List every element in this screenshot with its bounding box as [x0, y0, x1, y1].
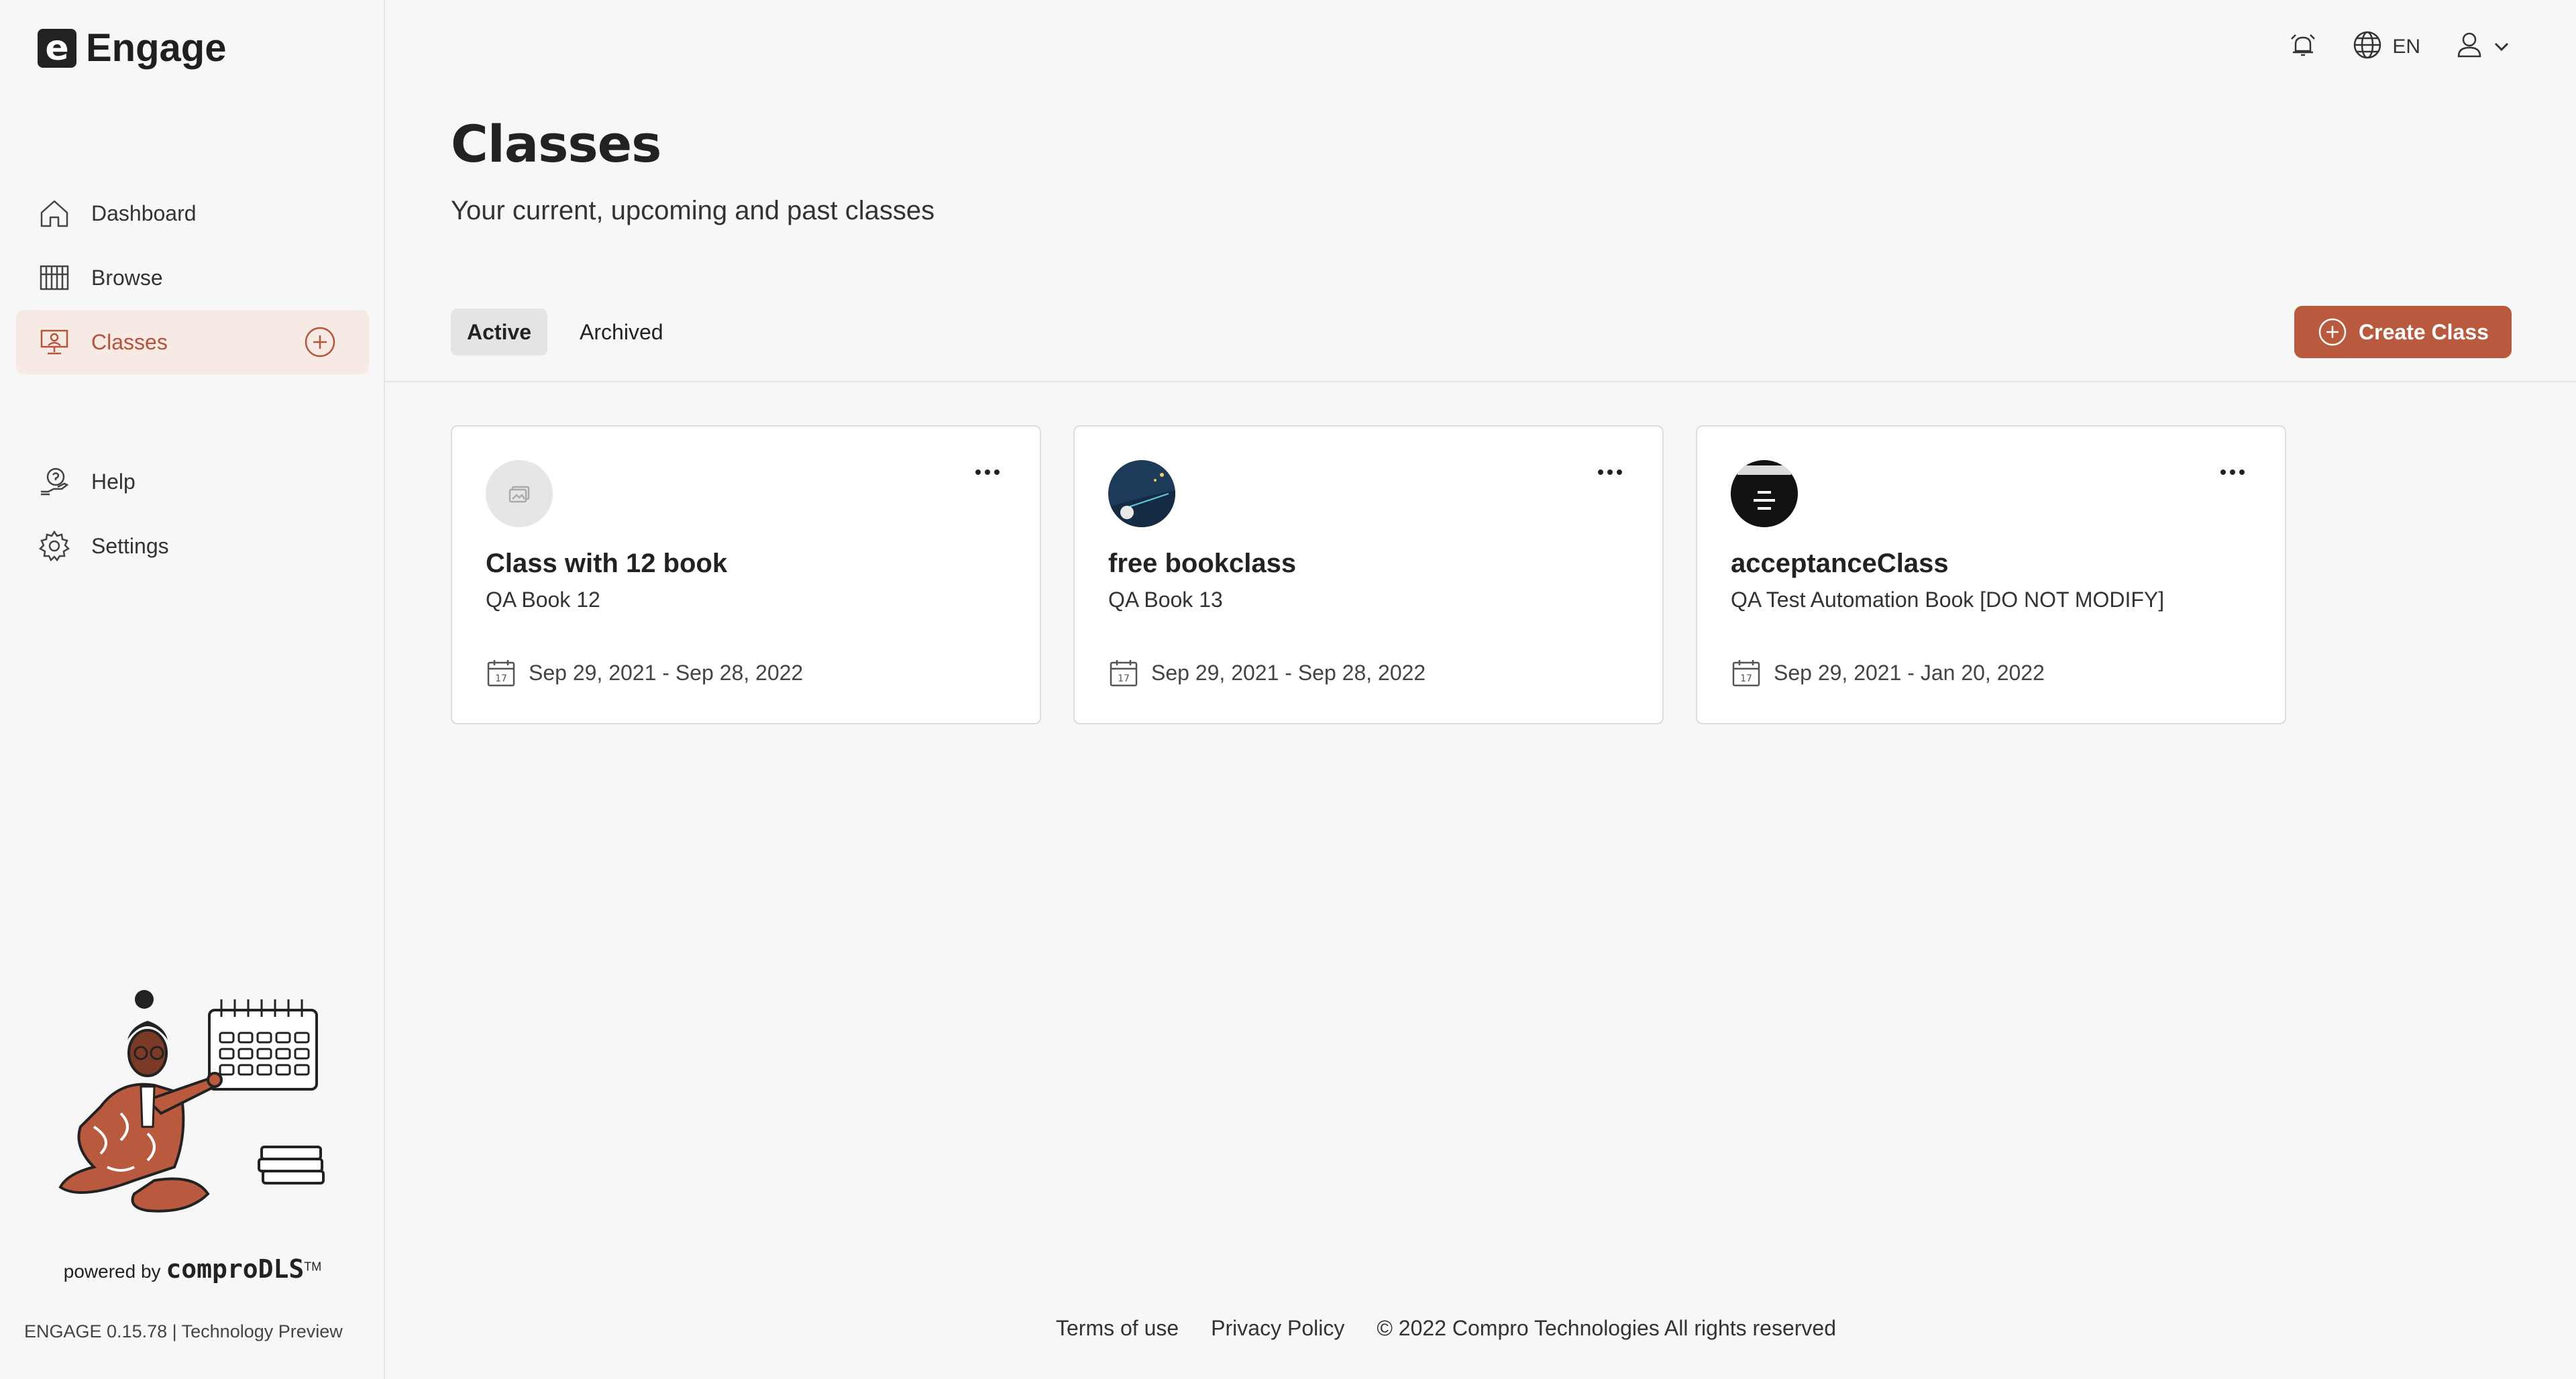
- svg-text:17: 17: [1118, 673, 1130, 684]
- sidebar-item-dashboard[interactable]: Dashboard: [16, 181, 369, 245]
- book-cover-thumbnail: [1731, 460, 1798, 527]
- classroom-icon: [38, 325, 71, 359]
- class-card[interactable]: Class with 12 book QA Book 12 17 Sep 29,…: [451, 425, 1041, 724]
- terms-of-use-link[interactable]: Terms of use: [1056, 1316, 1179, 1341]
- alarm-bell-icon: [2288, 30, 2318, 64]
- help-icon: [38, 465, 71, 498]
- page-subtitle: Your current, upcoming and past classes: [451, 196, 935, 225]
- powered-by-label: powered by: [63, 1261, 161, 1282]
- top-bar: EN: [2254, 30, 2512, 64]
- sidebar: e Engage Dashboard Browse Classes Help S…: [0, 0, 385, 1379]
- sidebar-item-label: Dashboard: [91, 201, 197, 225]
- class-dates: 17 Sep 29, 2021 - Jan 20, 2022: [1731, 657, 2045, 688]
- page-title: Classes: [451, 114, 661, 174]
- more-options-icon[interactable]: [1597, 465, 1623, 479]
- class-card[interactable]: acceptanceClass QA Test Automation Book …: [1696, 425, 2286, 724]
- sidebar-item-label: Browse: [91, 265, 163, 290]
- more-options-icon[interactable]: [2219, 465, 2246, 479]
- notifications-button[interactable]: [2288, 30, 2318, 64]
- placeholder-image-icon: [486, 460, 553, 527]
- copyright-text: © 2022 Compro Technologies All rights re…: [1377, 1316, 1837, 1340]
- class-tabs: Active Archived: [451, 309, 696, 355]
- privacy-policy-link[interactable]: Privacy Policy: [1211, 1316, 1344, 1341]
- calendar-icon: 17: [1731, 657, 1762, 688]
- create-class-button[interactable]: Create Class: [2294, 306, 2512, 358]
- sidebar-item-browse[interactable]: Browse: [16, 245, 369, 310]
- class-title: acceptanceClass: [1731, 549, 1949, 578]
- calendar-icon: 17: [1108, 657, 1139, 688]
- language-selector[interactable]: EN: [2352, 30, 2420, 64]
- language-code: EN: [2392, 35, 2420, 58]
- class-book: QA Book 13: [1108, 588, 1223, 612]
- class-book: QA Book 12: [486, 588, 600, 612]
- svg-text:17: 17: [1740, 673, 1752, 684]
- library-icon: [38, 261, 71, 294]
- app-logo[interactable]: e Engage: [38, 25, 227, 70]
- plus-circle-icon: [2317, 317, 2348, 347]
- class-book: QA Test Automation Book [DO NOT MODIFY]: [1731, 588, 2165, 612]
- class-card[interactable]: free bookclass QA Book 13 17 Sep 29, 202…: [1073, 425, 1664, 724]
- home-icon: [38, 197, 71, 230]
- class-title: free bookclass: [1108, 549, 1297, 578]
- sidebar-item-label: Help: [91, 469, 136, 494]
- sidebar-item-classes[interactable]: Classes: [16, 310, 369, 374]
- chevron-down-icon: [2491, 37, 2512, 57]
- compro-brand: comproDLS: [166, 1254, 305, 1284]
- footer: Terms of use Privacy Policy © 2022 Compr…: [1056, 1316, 1868, 1341]
- teacher-illustration: [54, 979, 335, 1224]
- sidebar-nav: Dashboard Browse Classes Help Settings: [16, 181, 369, 578]
- class-date-range: Sep 29, 2021 - Sep 28, 2022: [529, 660, 804, 685]
- class-dates: 17 Sep 29, 2021 - Sep 28, 2022: [486, 657, 803, 688]
- class-date-range: Sep 29, 2021 - Jan 20, 2022: [1774, 660, 2045, 685]
- book-cover-thumbnail: [1108, 460, 1175, 527]
- sidebar-item-label: Settings: [91, 533, 169, 558]
- svg-text:17: 17: [495, 673, 507, 684]
- user-menu[interactable]: [2454, 30, 2512, 64]
- sidebar-item-label: Classes: [91, 329, 168, 354]
- gear-icon: [38, 529, 71, 563]
- class-date-range: Sep 29, 2021 - Sep 28, 2022: [1151, 660, 1426, 685]
- more-options-icon[interactable]: [974, 465, 1001, 479]
- sidebar-item-settings[interactable]: Settings: [16, 514, 369, 578]
- class-title: Class with 12 book: [486, 549, 728, 578]
- class-cards: Class with 12 book QA Book 12 17 Sep 29,…: [451, 425, 2318, 724]
- version-info: ENGAGE 0.15.78 | Technology Preview: [24, 1321, 343, 1341]
- sidebar-item-help[interactable]: Help: [16, 449, 369, 514]
- powered-by: powered by comproDLSTM: [0, 1254, 385, 1284]
- tab-active[interactable]: Active: [451, 309, 548, 355]
- create-class-label: Create Class: [2359, 319, 2489, 344]
- class-dates: 17 Sep 29, 2021 - Sep 28, 2022: [1108, 657, 1426, 688]
- tab-archived[interactable]: Archived: [564, 309, 680, 355]
- logo-mark: e: [38, 28, 76, 68]
- globe-icon: [2352, 30, 2383, 64]
- trademark: TM: [304, 1260, 322, 1274]
- user-icon: [2454, 30, 2485, 64]
- calendar-icon: 17: [486, 657, 517, 688]
- header-divider: [385, 381, 2576, 382]
- add-class-icon[interactable]: [303, 325, 337, 359]
- app-name: Engage: [86, 26, 227, 70]
